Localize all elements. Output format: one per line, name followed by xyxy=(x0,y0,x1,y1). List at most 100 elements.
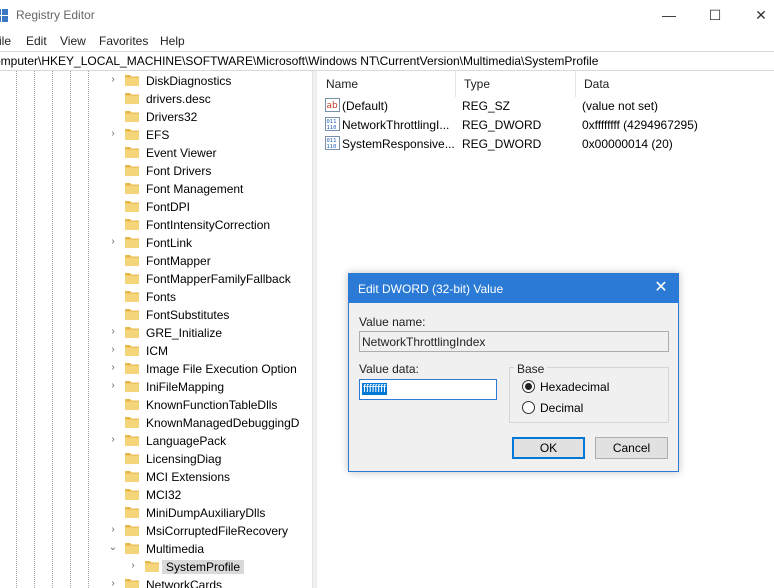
value-row[interactable]: 011 110 SystemResponsive... REG_DWORD 0x0000… xyxy=(318,134,774,153)
maximize-icon: ☐ xyxy=(708,7,722,23)
folder-icon xyxy=(125,381,139,392)
tree-item[interactable]: › LanguagePack xyxy=(0,432,312,450)
menu-help[interactable]: Help xyxy=(160,34,185,48)
folder-icon xyxy=(125,219,139,230)
column-header-type[interactable]: Type xyxy=(456,71,576,97)
tree-item-label: Event Viewer xyxy=(146,146,217,160)
tree-item[interactable]: LicensingDiag xyxy=(0,450,312,468)
chevron-right-icon[interactable]: › xyxy=(108,326,118,338)
tree-item[interactable]: Event Viewer xyxy=(0,144,312,162)
tree-item[interactable]: ⌄ Multimedia xyxy=(0,540,312,558)
ok-button[interactable]: OK xyxy=(512,437,585,459)
tree-item[interactable]: › DiskDiagnostics xyxy=(0,72,312,90)
binary-value-icon: 011110 xyxy=(325,117,340,131)
tree-item-label: FontSubstitutes xyxy=(146,308,230,322)
tree-item-label: KnownFunctionTableDlls xyxy=(146,398,278,412)
edit-dword-dialog: Edit DWORD (32-bit) Value ✕ Value name: … xyxy=(348,273,679,472)
chevron-down-icon[interactable]: ⌄ xyxy=(108,542,118,554)
hexadecimal-label: Hexadecimal xyxy=(540,380,610,394)
menu-favorites[interactable]: Favorites xyxy=(99,34,148,48)
folder-icon xyxy=(125,453,139,464)
value-row[interactable]: 011 110 NetworkThrottlingI... REG_DWORD 0xff… xyxy=(318,115,774,134)
tree-item[interactable]: FontSubstitutes xyxy=(0,306,312,324)
tree-item[interactable]: FontMapper xyxy=(0,252,312,270)
tree-item[interactable]: › EFS xyxy=(0,126,312,144)
tree-item[interactable]: › SystemProfile xyxy=(0,558,312,576)
column-header-name[interactable]: Name xyxy=(318,71,456,97)
tree-item[interactable]: › FontLink xyxy=(0,234,312,252)
tree-item-label: Fonts xyxy=(146,290,177,304)
chevron-right-icon[interactable]: › xyxy=(108,524,118,536)
tree-item[interactable]: Drivers32 xyxy=(0,108,312,126)
tree-item[interactable]: Font Management xyxy=(0,180,312,198)
value-type-cell: REG_DWORD xyxy=(462,118,542,132)
chevron-right-icon[interactable]: › xyxy=(108,434,118,446)
tree-item[interactable]: KnownManagedDebuggingD xyxy=(0,414,312,432)
column-header-data[interactable]: Data xyxy=(576,71,774,97)
maximize-button[interactable]: ☐ xyxy=(692,0,738,31)
folder-icon xyxy=(125,417,139,428)
tree-item[interactable]: FontMapperFamilyFallback xyxy=(0,270,312,288)
chevron-right-icon[interactable]: › xyxy=(108,380,118,392)
tree-item-label: DiskDiagnostics xyxy=(146,74,232,88)
folder-icon xyxy=(125,525,139,536)
menu-edit[interactable]: Edit xyxy=(26,34,47,48)
tree-item[interactable]: › Image File Execution Option xyxy=(0,360,312,378)
chevron-right-icon[interactable]: › xyxy=(108,128,118,140)
chevron-right-icon[interactable]: › xyxy=(128,560,138,572)
tree-item-label: SystemProfile xyxy=(162,560,245,574)
value-row[interactable]: ab (Default) REG_SZ (value not set) xyxy=(318,96,774,115)
key-tree-pane[interactable]: › DiskDiagnostics drivers.desc Drivers32 › EF… xyxy=(0,71,312,588)
menu-view[interactable]: View xyxy=(60,34,86,48)
value-data-cell: 0x00000014 (20) xyxy=(582,137,673,151)
close-button[interactable]: ✕ xyxy=(738,0,774,31)
minimize-button[interactable]: — xyxy=(646,0,692,31)
tree-item[interactable]: › ICM xyxy=(0,342,312,360)
menu-bar: ile Edit View Favorites Help xyxy=(0,31,774,51)
chevron-right-icon[interactable]: › xyxy=(108,362,118,374)
tree-item[interactable]: drivers.desc xyxy=(0,90,312,108)
tree-item[interactable]: Fonts xyxy=(0,288,312,306)
tree-item[interactable]: Font Drivers xyxy=(0,162,312,180)
string-value-icon: ab xyxy=(325,98,340,112)
folder-icon xyxy=(125,543,139,554)
value-name-field[interactable]: NetworkThrottlingIndex xyxy=(359,331,669,352)
tree-item[interactable]: MiniDumpAuxiliaryDlls xyxy=(0,504,312,522)
menu-file[interactable]: ile xyxy=(0,34,11,48)
tree-item[interactable]: KnownFunctionTableDlls xyxy=(0,396,312,414)
minimize-icon: — xyxy=(662,7,676,23)
folder-icon xyxy=(145,561,159,572)
tree-item[interactable]: › NetworkCards xyxy=(0,576,312,588)
tree-item-label: Font Drivers xyxy=(146,164,212,178)
folder-icon xyxy=(125,255,139,266)
title-bar: Registry Editor — ☐ ✕ xyxy=(0,0,774,31)
chevron-right-icon[interactable]: › xyxy=(108,578,118,588)
tree-item-label: FontDPI xyxy=(146,200,191,214)
tree-item-label: NetworkCards xyxy=(146,578,223,588)
folder-icon xyxy=(125,165,139,176)
value-data-input[interactable]: ffffffff xyxy=(359,379,497,400)
dialog-close-button[interactable]: ✕ xyxy=(649,277,673,299)
value-type-cell: REG_DWORD xyxy=(462,137,542,151)
chevron-right-icon[interactable]: › xyxy=(108,344,118,356)
folder-icon xyxy=(125,183,139,194)
value-data-cell: 0xffffffff (4294967295) xyxy=(582,118,698,132)
tree-item[interactable]: › IniFileMapping xyxy=(0,378,312,396)
tree-item[interactable]: MCI32 xyxy=(0,486,312,504)
chevron-right-icon[interactable]: › xyxy=(108,74,118,86)
tree-item[interactable]: › MsiCorruptedFileRecovery xyxy=(0,522,312,540)
pane-splitter[interactable] xyxy=(312,71,317,588)
tree-item[interactable]: FontIntensityCorrection xyxy=(0,216,312,234)
tree-item[interactable]: FontDPI xyxy=(0,198,312,216)
tree-item[interactable]: › GRE_Initialize xyxy=(0,324,312,342)
tree-item-label: FontMapper xyxy=(146,254,211,268)
address-path: omputer\HKEY_LOCAL_MACHINE\SOFTWARE\Micr… xyxy=(0,54,599,68)
registry-editor-icon xyxy=(0,9,8,22)
cancel-button[interactable]: Cancel xyxy=(595,437,668,459)
tree-item[interactable]: MCI Extensions xyxy=(0,468,312,486)
folder-icon xyxy=(125,471,139,482)
tree-item-label: Font Management xyxy=(146,182,244,196)
chevron-right-icon[interactable]: › xyxy=(108,236,118,248)
tree-item-label: LanguagePack xyxy=(146,434,227,448)
address-bar[interactable]: omputer\HKEY_LOCAL_MACHINE\SOFTWARE\Micr… xyxy=(0,51,774,71)
